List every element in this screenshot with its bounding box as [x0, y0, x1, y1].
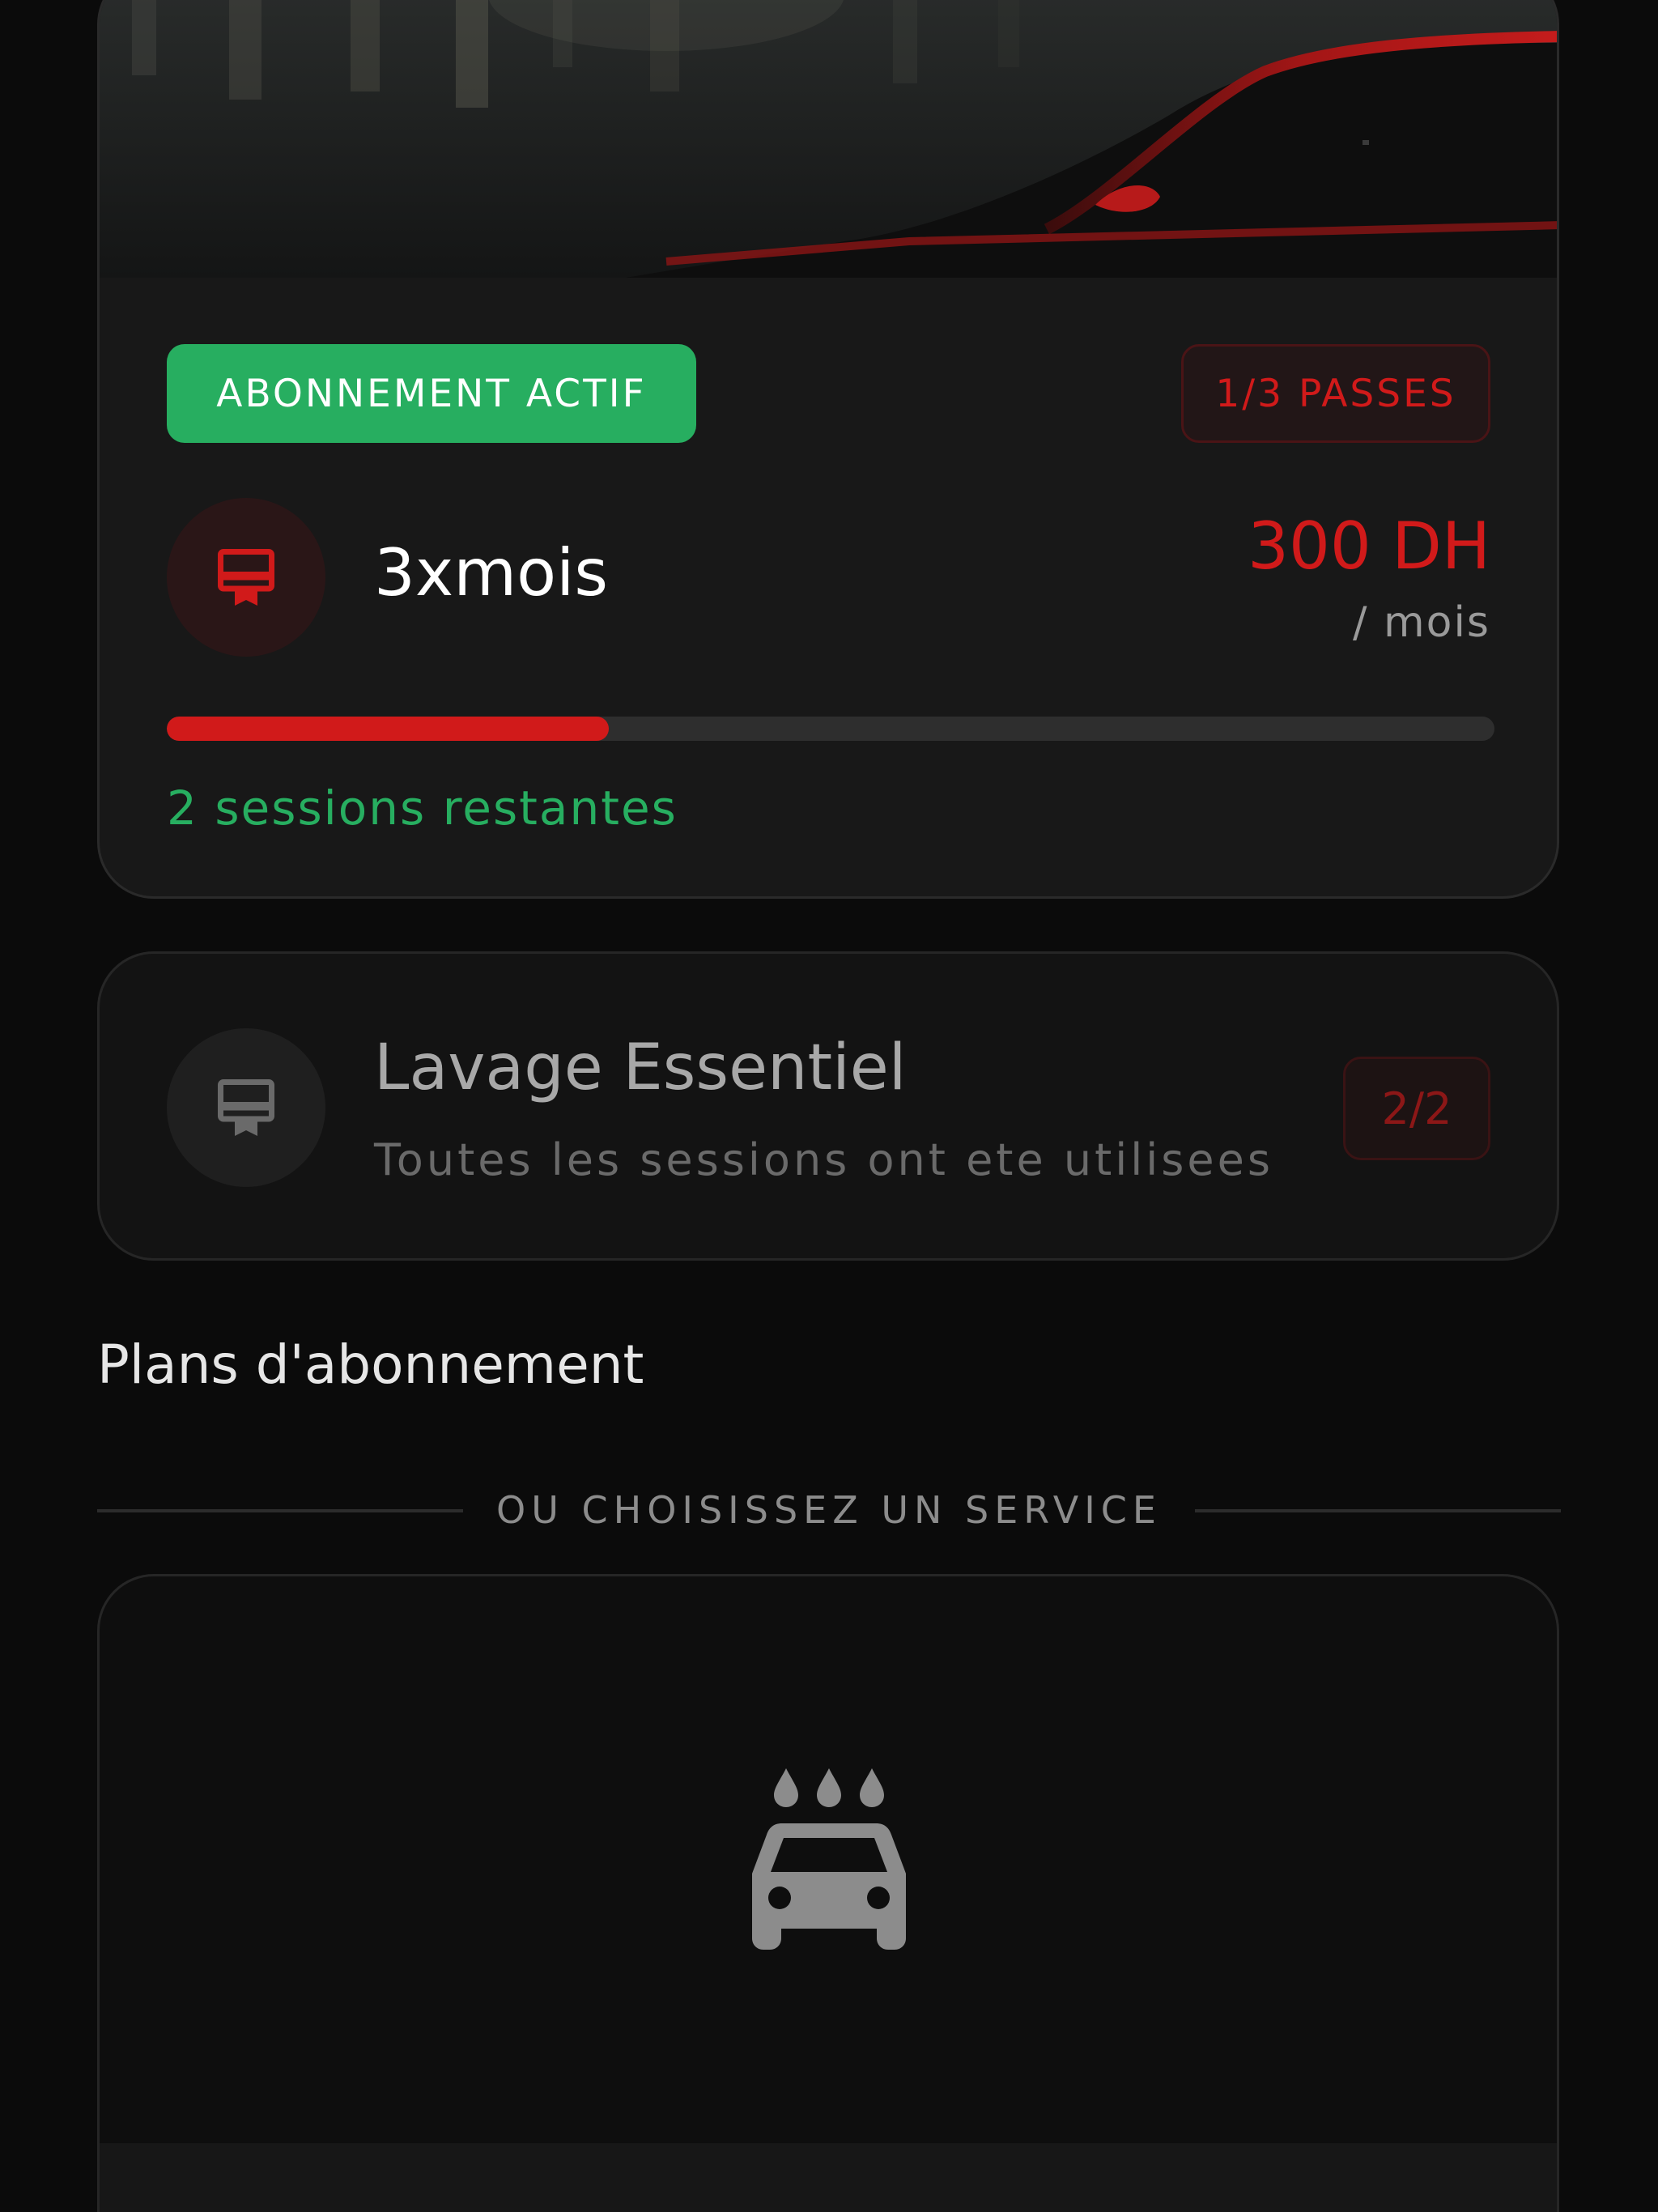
- card-membership-icon: [167, 1028, 325, 1187]
- used-count-badge: 2/2: [1343, 1057, 1490, 1160]
- used-plan-subtitle: Toutes les sessions ont ete utilisees: [374, 1134, 1273, 1185]
- used-plan-name: Lavage Essentiel: [374, 1032, 907, 1104]
- service-card-footer: [100, 2143, 1557, 2212]
- plans-section-title: Plans d'abonnement: [97, 1334, 644, 1396]
- service-card[interactable]: [97, 1574, 1559, 2212]
- passes-badge: 1/3 PASSES: [1181, 344, 1490, 443]
- sessions-progress-bar: [167, 717, 1494, 741]
- divider-line-right: [1195, 1509, 1561, 1512]
- active-status-badge: ABONNEMENT ACTIF: [167, 344, 696, 443]
- sessions-remaining-text: 2 sessions restantes: [167, 781, 678, 836]
- price-period: / mois: [1352, 598, 1490, 647]
- car-hero-image: [100, 0, 1557, 278]
- plan-name: 3xmois: [374, 535, 609, 610]
- active-subscription-card[interactable]: ABONNEMENT ACTIF 1/3 PASSES 3xmois 300 D…: [97, 0, 1559, 899]
- plan-price: 300 DH: [1248, 508, 1490, 584]
- page: ABONNEMENT ACTIF 1/3 PASSES 3xmois 300 D…: [0, 0, 1658, 2212]
- card-membership-icon: [167, 498, 325, 657]
- car-wash-icon: [750, 1768, 908, 1958]
- used-subscription-card[interactable]: Lavage Essentiel Toutes les sessions ont…: [97, 951, 1559, 1261]
- sessions-progress-fill: [167, 717, 610, 741]
